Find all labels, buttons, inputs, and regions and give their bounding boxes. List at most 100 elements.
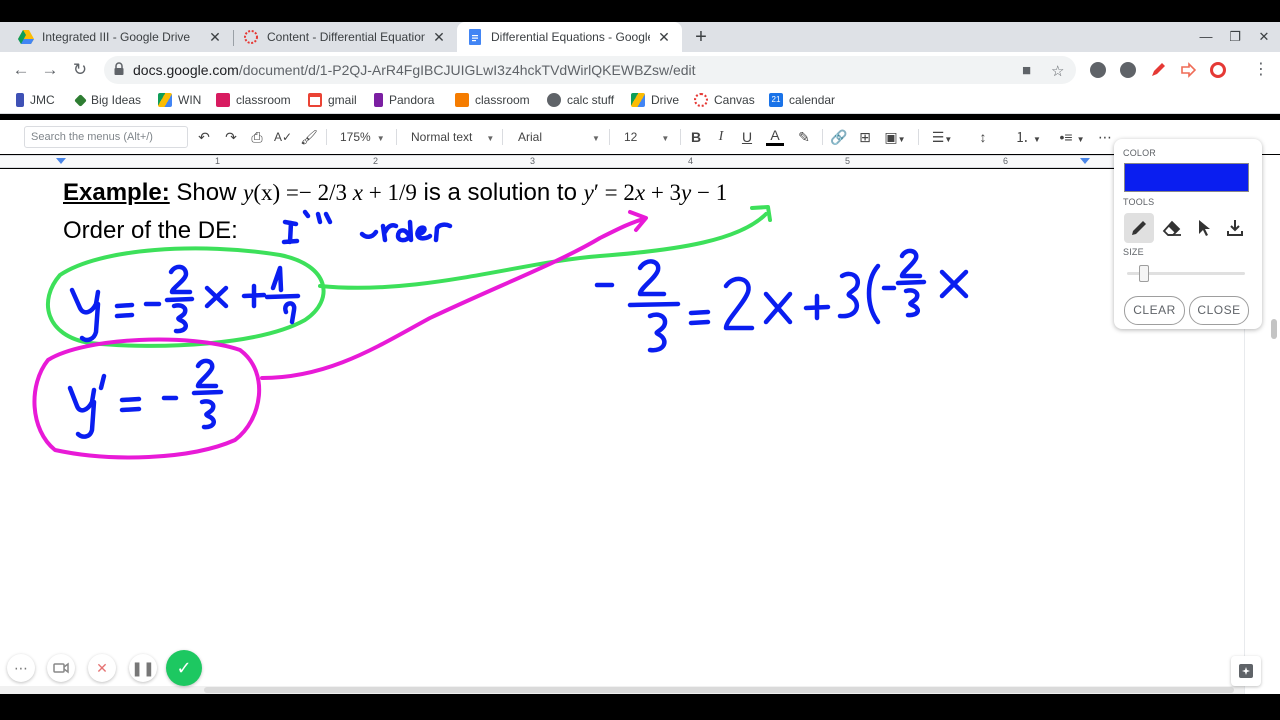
- bookmark-calendar[interactable]: 21 calendar: [769, 93, 835, 107]
- document-page[interactable]: Example: Show y(x) =− 2/3 x + 1/9 is a s…: [0, 169, 1244, 694]
- toolbar-divider: [326, 129, 327, 145]
- more-icon[interactable]: ⋯: [7, 654, 35, 682]
- insert-comment-icon[interactable]: ⊞: [856, 127, 874, 147]
- close-tab-icon[interactable]: ✕: [207, 29, 223, 46]
- back-icon[interactable]: ←: [10, 59, 32, 81]
- chevron-down-icon: ▼: [592, 134, 600, 143]
- new-tab-button[interactable]: +: [690, 26, 712, 48]
- extension-arrow-icon[interactable]: [1180, 62, 1197, 78]
- redo-icon[interactable]: ↷: [222, 127, 240, 147]
- size-slider-knob[interactable]: [1139, 265, 1149, 282]
- close-tab-icon[interactable]: ✕: [656, 29, 672, 46]
- chevron-down-icon: ▼: [486, 134, 495, 143]
- toolbar-divider: [918, 129, 919, 145]
- indent-marker-icon[interactable]: [56, 158, 66, 164]
- clear-button[interactable]: CLEAR: [1124, 296, 1185, 325]
- bookmark-gmail[interactable]: gmail: [308, 93, 357, 107]
- download-icon[interactable]: [1220, 213, 1250, 243]
- url-text: docs.google.com/document/d/1-P2QJ-ArR4Fg…: [133, 62, 696, 78]
- menu-search-input[interactable]: Search the menus (Alt+/): [24, 126, 188, 148]
- explore-icon[interactable]: [1231, 656, 1261, 686]
- pandora-icon: [374, 93, 383, 107]
- star-icon[interactable]: ☆: [1051, 62, 1064, 80]
- extension-shield-icon[interactable]: [1090, 62, 1106, 78]
- address-bar[interactable]: docs.google.com/document/d/1-P2QJ-ArR4Fg…: [104, 56, 1076, 84]
- color-swatch[interactable]: [1124, 163, 1249, 192]
- ruler-number: 5: [845, 156, 851, 166]
- reload-icon[interactable]: ↻: [69, 59, 91, 81]
- chevron-down-icon: ▼: [661, 134, 670, 143]
- gmail-icon: [308, 93, 322, 107]
- toolbar-divider: [609, 129, 610, 145]
- extension-vpn-icon[interactable]: [1120, 62, 1136, 78]
- scroll-thumb[interactable]: [1271, 319, 1277, 339]
- highlight-icon[interactable]: ✎: [795, 127, 813, 147]
- close-window-icon[interactable]: ✕: [1254, 26, 1274, 48]
- bulleted-list-icon[interactable]: •≡ ▼: [1054, 127, 1090, 147]
- scroll-thumb[interactable]: [204, 687, 1234, 693]
- pointer-icon[interactable]: [1189, 213, 1219, 243]
- bookmark-win[interactable]: WIN: [158, 93, 201, 107]
- close-tab-icon[interactable]: ✕: [431, 29, 447, 46]
- google-docs-icon: [467, 29, 483, 45]
- eraser-icon[interactable]: [1157, 213, 1187, 243]
- italic-button[interactable]: I: [713, 127, 729, 147]
- zoom-value: 175%: [340, 130, 371, 144]
- tab-integrated-drive[interactable]: Integrated III - Google Drive ✕: [8, 22, 233, 52]
- style-value: Normal text: [411, 130, 473, 144]
- camera-icon[interactable]: ■: [1022, 62, 1031, 79]
- print-icon[interactable]: ⎙: [248, 127, 266, 147]
- globe-icon: [547, 93, 561, 107]
- done-icon[interactable]: ✓: [166, 650, 202, 686]
- address-row: ← → ↻ docs.google.com/document/d/1-P2QJ-…: [0, 52, 1280, 88]
- right-indent-marker-icon[interactable]: [1080, 158, 1090, 164]
- bookmark-calc-stuff[interactable]: calc stuff: [547, 93, 614, 107]
- bookmark-label: JMC: [30, 93, 55, 107]
- bookmark-classroom[interactable]: classroom: [216, 93, 291, 107]
- bookmark-classroom-2[interactable]: classroom: [455, 93, 530, 107]
- tab-title: Integrated III - Google Drive: [42, 30, 191, 44]
- spellcheck-icon[interactable]: A✓: [274, 127, 292, 147]
- undo-icon[interactable]: ↶: [195, 127, 213, 147]
- numbered-list-icon[interactable]: ⒈ ▼: [1010, 127, 1046, 147]
- line-spacing-icon[interactable]: ↕: [973, 127, 993, 147]
- magenta-ink-strokes: [32, 210, 648, 460]
- camera-icon[interactable]: [47, 654, 75, 682]
- align-icon[interactable]: ☰▼: [928, 127, 956, 147]
- underline-button[interactable]: U: [739, 127, 755, 147]
- bookmark-canvas[interactable]: Canvas: [694, 93, 755, 107]
- tab-differential-equations-doc[interactable]: Differential Equations - Google D ✕: [457, 22, 682, 52]
- toolbar-divider: [502, 129, 503, 145]
- bold-button[interactable]: B: [688, 127, 704, 147]
- pen-icon[interactable]: [1124, 213, 1154, 243]
- link-icon[interactable]: 🔗: [830, 127, 848, 147]
- insert-image-icon[interactable]: ▣▼: [882, 127, 908, 147]
- drive-icon: [18, 29, 34, 45]
- tab-content-de[interactable]: Content - Differential Equations ✕: [233, 22, 457, 52]
- font-size-select[interactable]: 12 ▼: [624, 127, 669, 147]
- bookmark-pandora[interactable]: Pandora: [374, 93, 434, 107]
- browser-menu-icon[interactable]: ⋮: [1250, 59, 1272, 81]
- zoom-select[interactable]: 175% ▼: [340, 127, 385, 147]
- canvas-icon: [243, 29, 259, 45]
- extension-pen-icon[interactable]: [1150, 62, 1166, 78]
- bookmark-jmc[interactable]: JMC: [16, 93, 55, 107]
- extension-record-icon[interactable]: [1210, 62, 1226, 78]
- text-color-button[interactable]: A: [766, 127, 784, 146]
- cancel-icon[interactable]: ✕: [88, 654, 116, 682]
- more-options-icon[interactable]: ⋯: [1096, 127, 1114, 147]
- minimize-icon[interactable]: —: [1196, 26, 1216, 48]
- close-button[interactable]: CLOSE: [1189, 296, 1249, 325]
- forward-icon[interactable]: →: [39, 59, 61, 81]
- bookmark-label: WIN: [178, 93, 202, 107]
- style-select[interactable]: Normal text ▼: [411, 127, 494, 147]
- bookmark-big-ideas[interactable]: Big Ideas: [74, 93, 141, 107]
- restore-icon[interactable]: ❐: [1225, 26, 1245, 48]
- paint-format-icon[interactable]: 🖌: [300, 127, 318, 147]
- font-select[interactable]: Arial ▼: [518, 127, 600, 147]
- horizontal-scrollbar[interactable]: [0, 686, 1244, 694]
- bookmark-label: gmail: [328, 93, 357, 107]
- bookmark-label: calendar: [789, 93, 836, 107]
- bookmark-drive[interactable]: Drive: [631, 93, 679, 107]
- pause-icon[interactable]: ❚❚: [129, 654, 157, 682]
